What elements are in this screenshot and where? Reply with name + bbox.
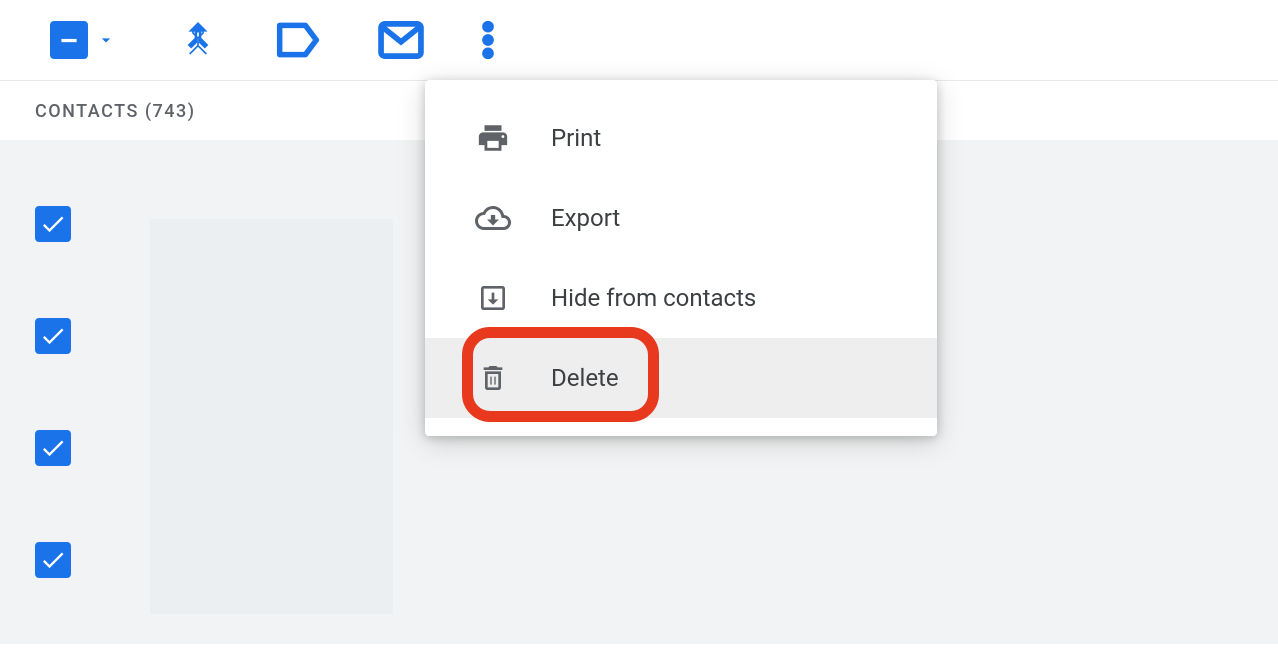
select-all-checkbox[interactable] (50, 21, 88, 59)
menu-item-label: Export (551, 204, 620, 232)
merge-button[interactable] (178, 20, 218, 60)
label-icon (276, 21, 320, 59)
avatar-placeholder (150, 219, 393, 614)
menu-item-hide[interactable]: Hide from contacts (425, 258, 937, 338)
envelope-icon (378, 21, 424, 59)
row-checkbox[interactable] (35, 206, 71, 242)
menu-item-print[interactable]: Print (425, 98, 937, 178)
row-checkbox[interactable] (35, 318, 71, 354)
print-icon (475, 120, 511, 156)
menu-item-label: Hide from contacts (551, 284, 756, 312)
toolbar (0, 0, 1278, 81)
select-dropdown-button[interactable] (92, 22, 120, 58)
menu-item-label: Delete (551, 364, 619, 392)
check-icon (39, 210, 67, 238)
more-vert-icon (482, 20, 494, 60)
more-actions-button[interactable] (482, 20, 494, 60)
check-icon (39, 322, 67, 350)
check-icon (39, 434, 67, 462)
email-button[interactable] (378, 21, 424, 59)
menu-item-delete[interactable]: Delete (425, 338, 937, 418)
row-checkbox[interactable] (35, 542, 71, 578)
row-checkbox[interactable] (35, 430, 71, 466)
indeterminate-icon (56, 27, 82, 53)
menu-item-label: Print (551, 124, 601, 152)
export-icon (475, 200, 511, 236)
merge-icon (178, 20, 218, 60)
hide-icon (475, 280, 511, 316)
select-all-group (50, 21, 120, 59)
menu-item-export[interactable]: Export (425, 178, 937, 258)
more-actions-menu: Print Export Hide from contacts Delete (425, 80, 937, 436)
check-icon (39, 546, 67, 574)
chevron-down-icon (96, 30, 116, 50)
delete-icon (475, 360, 511, 396)
label-button[interactable] (276, 21, 320, 59)
